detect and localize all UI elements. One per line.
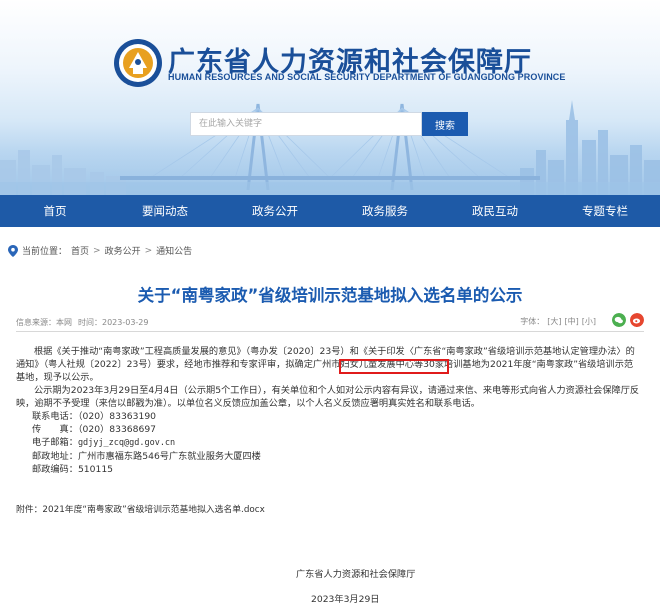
breadcrumb-prefix: 当前位置： [22,247,68,257]
contact-address-value: 广州市惠福东路546号广东就业服务大厦四楼 [77,451,261,462]
contact-email: 电子邮箱：gdjyj_zcq@gd.gov.cn [16,436,642,450]
breadcrumb-item-notices[interactable]: 通知公告 [156,244,192,257]
signature-date: 2023年3月29日 [311,594,380,605]
article-source: 信息来源：本网 [16,318,72,327]
font-size-label: 字体： [520,317,545,326]
breadcrumb-separator: > [144,245,153,256]
hrss-emblem-icon [114,39,162,87]
wechat-share-icon[interactable] [612,313,626,327]
nav-item-news[interactable]: 要闻动态 [110,195,220,227]
meta-divider [16,331,644,332]
contact-postcode-label: 邮政编码： [32,464,78,475]
font-size-medium-button[interactable]: [中] [565,316,579,327]
search-button[interactable]: 搜索 [422,112,468,136]
article-date: 时间：2023-03-29 [78,318,149,327]
contact-fax-value: （020）83368697 [77,424,157,435]
breadcrumb-item-home[interactable]: 首页 [71,244,89,257]
contact-fax-label: 传 真： [32,424,78,435]
contact-email-value: gdjyj_zcq@gd.gov.cn [77,438,176,448]
article-title: 关于“南粤家政”省级培训示范基地拟入选名单的公示 [137,286,523,305]
attachment-label: 附件： [16,505,43,515]
breadcrumb-separator: > [93,245,101,256]
contact-fax: 传 真：（020）83368697 [16,423,642,436]
bridge-skyline-illustration [0,100,660,195]
article-paragraph: 公示期为2023年3月29日至4月4日（公示期5个工作日），有关单位和个人如对公… [16,385,640,409]
contact-address: 邮政地址：广州市惠福东路546号广东就业服务大厦四楼 [16,450,642,463]
contact-phone: 联系电话：（020）83363190 [16,410,642,423]
attachment-file-link[interactable]: 2021年度“南粤家政”省级培训示范基地拟入选名单.docx [42,505,264,515]
contact-phone-label: 联系电话： [32,411,78,422]
contact-postcode-value: 510115 [77,464,114,475]
main-nav: 首页 要闻动态 政务公开 政务服务 政民互动 专题专栏 [0,195,660,227]
font-size-large-button[interactable]: [大] [547,316,561,327]
nav-item-home[interactable]: 首页 [0,195,110,227]
font-size-controls: 字体： [大] [中] [小] [520,316,596,327]
nav-item-interaction[interactable]: 政民互动 [440,195,550,227]
contact-email-label: 电子邮箱： [32,437,78,448]
weibo-share-icon[interactable] [630,313,644,327]
nav-item-gov-affairs-open[interactable]: 政务公开 [220,195,330,227]
breadcrumb: 当前位置： 首页 > 政务公开 > 通知公告 [8,244,192,257]
signature: 广东省人力资源和社会保障厅 [296,569,416,580]
site-subtitle: HUMAN RESOURCES AND SOCIAL SECURITY DEPA… [168,72,566,82]
attachment: 附件：2021年度“南粤家政”省级培训示范基地拟入选名单.docx [16,502,265,515]
font-size-small-button[interactable]: [小] [582,316,596,327]
share-buttons [612,313,644,327]
article-meta: 信息来源：本网 时间：2023-03-29 [16,317,149,328]
highlight-box [339,359,449,374]
contact-postcode: 邮政编码：510115 [16,463,642,476]
article-paragraph: 根据《关于推动“南粤家政”工程高质量发展的意见》（粤办发〔2020〕23号）和《… [16,346,635,383]
nav-item-gov-services[interactable]: 政务服务 [330,195,440,227]
site-banner: 广东省人力资源和社会保障厅 HUMAN RESOURCES AND SOCIAL… [0,0,660,195]
nav-item-topics[interactable]: 专题专栏 [550,195,660,227]
breadcrumb-item-gov-affairs-open[interactable]: 政务公开 [105,244,141,257]
location-pin-icon [8,244,18,257]
search-input[interactable] [190,112,422,136]
contact-phone-value: （020）83363190 [77,411,157,422]
article-body: 根据《关于推动“南粤家政”工程高质量发展的意见》（粤办发〔2020〕23号）和《… [16,345,642,476]
contact-address-label: 邮政地址： [32,451,78,462]
